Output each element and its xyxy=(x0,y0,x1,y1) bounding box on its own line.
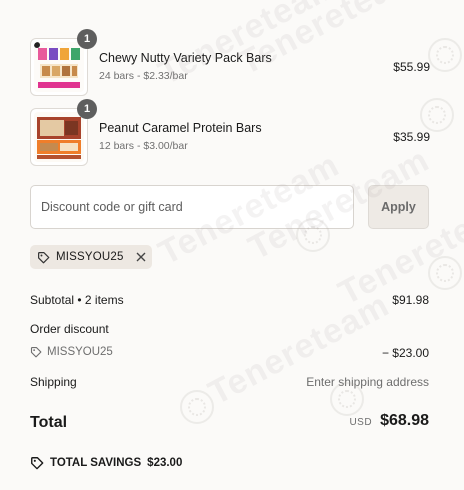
product-image xyxy=(34,112,84,162)
discount-code-row: MISSYOU25 − $23.00 xyxy=(30,346,429,360)
discount-code-input[interactable] xyxy=(30,185,354,229)
total-row: Total USD $68.98 xyxy=(30,412,429,438)
close-icon[interactable] xyxy=(136,252,146,262)
tag-icon xyxy=(30,456,44,470)
savings-label: TOTAL SAVINGS xyxy=(50,457,142,469)
product-name: Chewy Nutty Variety Pack Bars xyxy=(99,51,272,65)
product-image xyxy=(34,42,84,92)
line-item: 1 Peanut Caramel Protein Bars 12 bars - … xyxy=(30,99,430,166)
shipping-label: Shipping xyxy=(30,375,77,389)
quantity-badge: 1 xyxy=(77,29,97,49)
applied-code-label: MISSYOU25 xyxy=(56,251,124,263)
order-discount-row: Order discount xyxy=(30,322,429,336)
apply-button[interactable]: Apply xyxy=(368,185,429,229)
product-detail: 12 bars - $3.00/bar xyxy=(99,140,188,152)
watermark-seal xyxy=(428,256,462,290)
subtotal-row: Subtotal • 2 items $91.98 xyxy=(30,293,429,307)
tag-icon xyxy=(37,251,50,264)
total-savings: TOTAL SAVINGS $23.00 xyxy=(30,456,182,470)
quantity-badge: 1 xyxy=(77,99,97,119)
subtotal-label: Subtotal • 2 items xyxy=(30,293,124,307)
order-discount-label: Order discount xyxy=(30,322,109,336)
watermark-seal xyxy=(428,38,462,72)
savings-value: $23.00 xyxy=(147,457,183,469)
product-thumbnail: 1 xyxy=(30,29,97,96)
total-label: Total xyxy=(30,414,68,431)
tag-icon xyxy=(30,346,42,358)
discount-value: − $23.00 xyxy=(381,346,429,360)
total-amount: $68.98 xyxy=(380,412,429,429)
product-price: $55.99 xyxy=(393,60,430,74)
product-name: Peanut Caramel Protein Bars xyxy=(99,121,262,135)
product-thumbnail: 1 xyxy=(30,99,97,166)
discount-code-text: MISSYOU25 xyxy=(47,346,113,358)
line-item: 1 Chewy Nutty Variety Pack Bars 24 bars … xyxy=(30,29,430,96)
product-detail: 24 bars - $2.33/bar xyxy=(99,70,188,82)
shipping-row: Shipping Enter shipping address xyxy=(30,375,429,389)
product-price: $35.99 xyxy=(393,130,430,144)
applied-discount-chip: MISSYOU25 xyxy=(30,245,152,269)
subtotal-value: $91.98 xyxy=(392,293,429,307)
shipping-value: Enter shipping address xyxy=(306,375,429,389)
currency-code: USD xyxy=(349,417,373,428)
